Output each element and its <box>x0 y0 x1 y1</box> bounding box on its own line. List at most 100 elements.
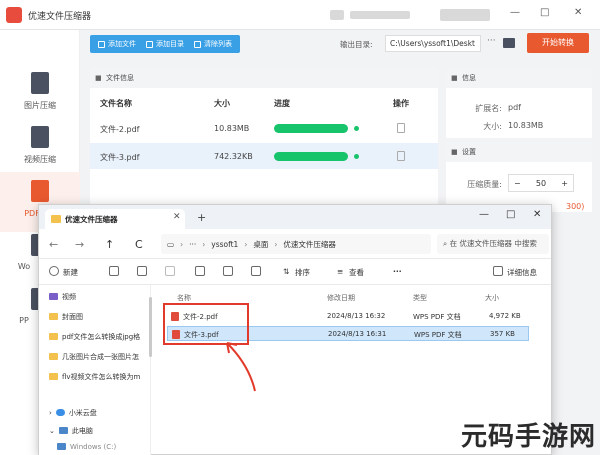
details-button[interactable]: 详细信息 <box>507 267 537 278</box>
nav-item-folder[interactable]: pdf文件怎么转换成jpg格 <box>49 329 149 344</box>
delete-icon[interactable] <box>397 151 405 161</box>
open-folder-icon[interactable] <box>503 38 515 48</box>
start-convert-button[interactable]: 开始转换 <box>527 33 589 53</box>
browse-more-button[interactable]: ··· <box>487 36 496 46</box>
file-name: 文件-3.pdf <box>100 153 140 162</box>
rename-icon[interactable] <box>195 266 205 276</box>
file-size: 4,972 KB <box>489 312 521 320</box>
size-label: 大小: <box>483 122 502 131</box>
column-type[interactable]: 类型 <box>413 293 427 303</box>
search-icon: ⌕ <box>443 239 450 248</box>
folder-icon <box>49 313 58 320</box>
add-dir-button[interactable]: 添加目录 <box>146 39 184 49</box>
search-input[interactable]: ⌕ 在 优速文件压缩器 中搜索 <box>437 234 549 254</box>
info-header: 信息 <box>446 68 592 88</box>
sort-button[interactable]: 排序 <box>295 267 310 278</box>
breadcrumb-item[interactable]: yssoft1 <box>211 240 238 249</box>
sidebar-item-image[interactable]: 图片压缩 <box>0 64 80 124</box>
pdf-file-icon <box>31 180 49 202</box>
file-type: WPS PDF 文档 <box>414 331 462 339</box>
maximize-button[interactable]: □ <box>540 7 549 18</box>
app-titlebar: 优速文件压缩器 — □ ✕ <box>0 0 600 30</box>
blurred-avatar <box>330 10 344 20</box>
column-name[interactable]: 名称 <box>177 293 191 303</box>
quality-value[interactable]: 50 <box>536 179 546 188</box>
clear-list-button[interactable]: 清除列表 <box>194 39 232 49</box>
delete-icon[interactable] <box>397 123 405 133</box>
file-row[interactable]: 文件-2.pdf 10.83MB <box>90 115 438 141</box>
folder-icon <box>51 215 61 223</box>
column-size: 大小 <box>214 99 230 108</box>
copy-icon[interactable] <box>137 266 147 276</box>
explorer-close-button[interactable]: ✕ <box>533 209 541 220</box>
computer-icon <box>58 427 68 434</box>
close-button[interactable]: ✕ <box>574 7 582 18</box>
chevron-right-icon: › <box>49 408 52 417</box>
progress-bar <box>274 152 348 161</box>
nav-item-label: 此电脑 <box>71 426 93 435</box>
nav-item-drive[interactable]: Windows (C:) <box>57 439 157 454</box>
up-arrow-icon[interactable]: ↑ <box>105 238 114 251</box>
file-info-panel: 文件信息 文件名称 大小 进度 操作 文件-2.pdf 10.83MB 文件-3… <box>90 68 438 208</box>
delete-icon[interactable] <box>251 266 261 276</box>
address-bar[interactable]: ▭ › ··· › yssoft1 › 桌面 › 优速文件压缩器 <box>161 234 431 254</box>
new-tab-button[interactable]: + <box>197 211 206 224</box>
explorer-navbar: ← → ↑ C ▭ › ··· › yssoft1 › 桌面 › 优速文件压缩器… <box>39 229 551 259</box>
size-value: 10.83MB <box>508 121 544 130</box>
output-dir-field[interactable]: C:\Users\yssoft1\Deskt <box>385 35 481 52</box>
back-arrow-icon[interactable]: ← <box>49 238 58 251</box>
nav-item-label: 封面图 <box>62 312 83 321</box>
progress-bar <box>274 124 348 133</box>
explorer-maximize-button[interactable]: □ <box>506 209 515 220</box>
sidebar-item-video[interactable]: 视频压缩 <box>0 118 80 178</box>
details-icon <box>493 266 503 276</box>
explorer-tab[interactable]: 优速文件压缩器 ✕ <box>45 209 185 229</box>
view-icon: ≡ <box>337 267 344 276</box>
explorer-tabbar: 优速文件压缩器 ✕ + — □ ✕ <box>39 205 551 229</box>
folder-icon <box>49 373 58 380</box>
add-file-button[interactable]: 添加文件 <box>98 39 136 49</box>
nav-item-cloud[interactable]: › 小米云盘 <box>49 405 149 420</box>
tab-close-icon[interactable]: ✕ <box>173 212 181 222</box>
nav-item-label: 几张图片合成一张图片怎 <box>62 352 139 361</box>
quality-decrease-button[interactable]: − <box>514 179 521 188</box>
nav-item-folder[interactable]: 几张图片合成一张图片怎 <box>49 349 149 364</box>
done-indicator <box>354 126 359 131</box>
paste-icon[interactable] <box>165 266 175 276</box>
new-button[interactable]: 新建 <box>63 267 78 278</box>
explorer-nav-pane: 视频 封面图 pdf文件怎么转换成jpg格 几张图片合成一张图片怎 flv视频文… <box>39 285 151 455</box>
nav-item-label: 小米云盘 <box>68 408 97 417</box>
quality-stepper[interactable]: − 50 + <box>508 174 574 192</box>
cut-icon[interactable] <box>109 266 119 276</box>
share-icon[interactable] <box>223 266 233 276</box>
column-progress: 进度 <box>274 99 290 108</box>
settings-header: 设置 <box>446 142 592 162</box>
nav-item-video[interactable]: 视频 <box>49 289 149 304</box>
breadcrumb-more[interactable]: ··· <box>189 240 196 249</box>
tab-title: 优速文件压缩器 <box>65 215 118 224</box>
forward-arrow-icon[interactable]: → <box>75 238 84 251</box>
file-toolbar: 添加文件 添加目录 清除列表 <box>90 35 240 53</box>
column-size[interactable]: 大小 <box>485 293 499 303</box>
quality-increase-button[interactable]: + <box>561 179 568 188</box>
chevron-right-icon: › <box>180 239 184 249</box>
explorer-minimize-button[interactable]: — <box>479 209 489 220</box>
blurred-badge <box>440 9 490 21</box>
view-button[interactable]: 查看 <box>349 267 364 278</box>
nav-item-folder[interactable]: 封面图 <box>49 309 149 324</box>
blurred-username <box>350 11 410 19</box>
nav-scrollbar[interactable] <box>149 297 152 357</box>
nav-item-this-pc[interactable]: ⌄ 此电脑 <box>49 423 149 438</box>
column-modified[interactable]: 修改日期 <box>327 293 355 303</box>
done-indicator <box>354 154 359 159</box>
file-row[interactable]: 文件-3.pdf 742.32KB <box>90 143 438 169</box>
breadcrumb-item[interactable]: 桌面 <box>253 239 268 250</box>
app-title: 优速文件压缩器 <box>28 12 92 22</box>
sort-icon: ⇅ <box>283 267 290 276</box>
refresh-icon[interactable]: C <box>135 238 143 251</box>
breadcrumb-item[interactable]: 优速文件压缩器 <box>283 239 336 250</box>
minimize-button[interactable]: — <box>510 7 520 18</box>
more-button[interactable]: ··· <box>393 267 402 276</box>
nav-item-folder[interactable]: flv视频文件怎么转换为m <box>49 369 149 384</box>
nav-item-label: pdf文件怎么转换成jpg格 <box>62 332 141 341</box>
